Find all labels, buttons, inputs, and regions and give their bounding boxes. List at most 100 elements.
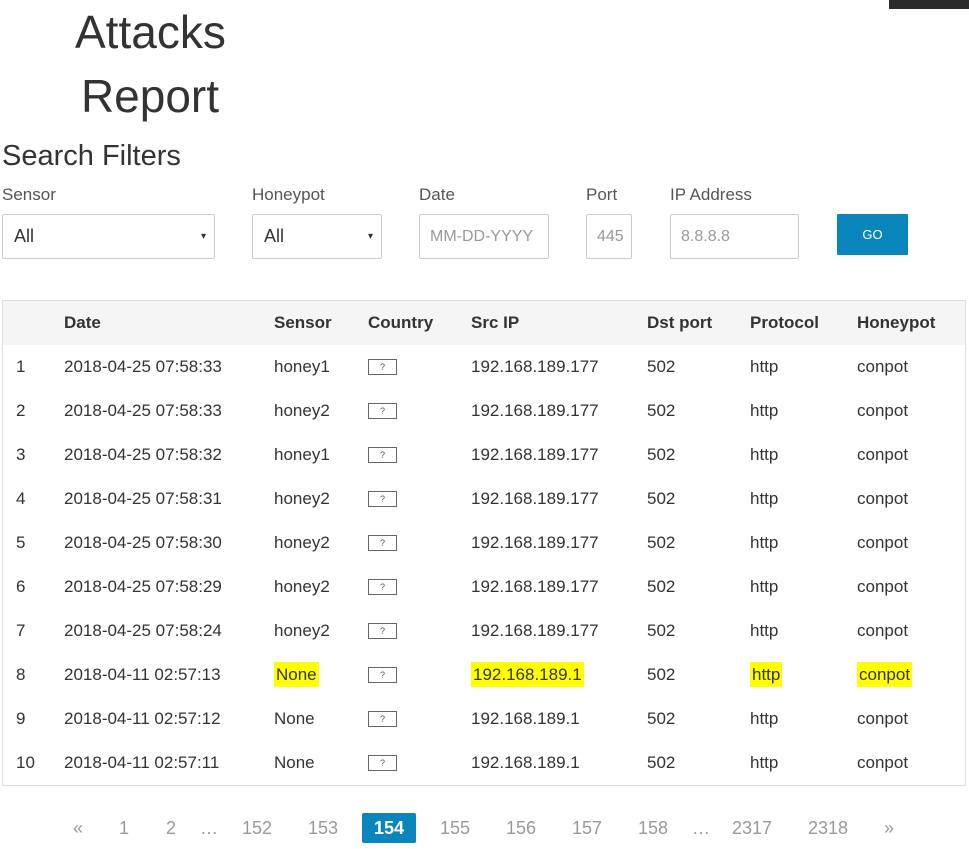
honeypot-select[interactable]: All ▾ — [252, 214, 382, 259]
row-index-text: 8 — [16, 665, 26, 684]
page-link[interactable]: 157 — [567, 813, 607, 843]
row-protocol-text: http — [750, 577, 779, 596]
row-src-ip-text: 192.168.189.177 — [471, 533, 599, 552]
row-dst-port: 502 — [647, 477, 675, 521]
prev-page-link[interactable]: « — [68, 813, 88, 843]
row-sensor-text: honey2 — [274, 577, 330, 596]
row-protocol: http — [750, 609, 778, 653]
row-src-ip-text: 192.168.189.177 — [471, 357, 599, 376]
row-dst-port-text: 502 — [647, 753, 676, 772]
page-link-active[interactable]: 154 — [362, 813, 416, 843]
page-link[interactable]: 2317 — [730, 813, 774, 843]
attacks-table: Date Sensor Country Src IP Dst port Prot… — [2, 300, 966, 786]
header-honeypot: Honeypot — [857, 313, 936, 332]
header-date: Date — [64, 313, 101, 332]
page-link[interactable]: 158 — [633, 813, 673, 843]
row-src-ip-text: 192.168.189.177 — [471, 445, 599, 464]
row-sensor: None — [274, 741, 315, 785]
row-date-text: 2018-04-11 02:57:13 — [64, 665, 221, 684]
row-index: 10 — [16, 741, 35, 785]
row-src-ip: 192.168.189.177 — [471, 521, 599, 565]
row-date: 2018-04-11 02:57:12 — [64, 697, 221, 741]
row-honeypot: conpot — [857, 565, 908, 609]
table-row: 2 2018-04-25 07:58:33 honey2 192.168.189.17… — [3, 389, 965, 433]
page-link[interactable]: 152 — [237, 813, 277, 843]
row-date-text: 2018-04-25 07:58:24 — [64, 621, 222, 640]
row-dst-port-text: 502 — [647, 709, 676, 728]
ip-address-input[interactable]: 8.8.8.8 — [670, 214, 799, 259]
date-input[interactable]: MM-DD-YYYY — [419, 214, 549, 259]
row-index: 7 — [16, 609, 25, 653]
row-dst-port-text: 502 — [647, 533, 676, 552]
row-date: 2018-04-25 07:58:32 — [64, 433, 222, 477]
row-date-text: 2018-04-25 07:58:29 — [64, 577, 222, 596]
table-row: 1 2018-04-25 07:58:33 honey1 192.168.189.17… — [3, 345, 965, 389]
country-flag-icon: ? — [368, 755, 397, 771]
row-protocol-text: http — [750, 709, 779, 728]
row-dst-port: 502 — [647, 389, 675, 433]
top-right-corner-block — [889, 0, 969, 9]
page-title-line-1: Attacks — [75, 6, 226, 58]
row-honeypot: conpot — [857, 433, 908, 477]
table-row: 3 2018-04-25 07:58:32 honey1 192.168.189.17… — [3, 433, 965, 477]
row-sensor-text: honey2 — [274, 489, 330, 508]
row-protocol-text: http — [750, 357, 779, 376]
next-page-link[interactable]: » — [879, 813, 899, 843]
row-date-text: 2018-04-11 02:57:12 — [64, 709, 221, 728]
row-honeypot-text: conpot — [857, 753, 909, 772]
page-link[interactable]: 156 — [501, 813, 541, 843]
page-link[interactable]: 155 — [435, 813, 475, 843]
go-button[interactable]: GO — [837, 214, 908, 255]
page-link[interactable]: 153 — [303, 813, 343, 843]
row-honeypot-text: conpot — [857, 489, 909, 508]
row-protocol: http — [750, 521, 778, 565]
row-honeypot-text: conpot — [857, 401, 909, 420]
row-honeypot-text: conpot — [857, 709, 909, 728]
row-protocol-text: http — [750, 533, 779, 552]
page-link[interactable]: 1 — [114, 813, 134, 843]
sensor-select[interactable]: All ▾ — [2, 214, 215, 259]
table-header-row: Date Sensor Country Src IP Dst port Prot… — [3, 301, 965, 345]
port-label: Port — [586, 185, 618, 204]
row-src-ip-text: 192.168.189.177 — [471, 577, 599, 596]
honeypot-label: Honeypot — [252, 185, 325, 204]
row-honeypot: conpot — [857, 345, 908, 389]
port-input[interactable]: 445 — [586, 214, 632, 259]
row-index: 4 — [16, 477, 25, 521]
header-protocol: Protocol — [750, 313, 819, 332]
page-ellipsis: … — [200, 818, 218, 838]
row-sensor: honey1 — [274, 345, 330, 389]
row-index-text: 5 — [16, 533, 26, 552]
sensor-select-value: All — [14, 226, 35, 246]
page-title: Attacks Report — [75, 0, 226, 128]
row-sensor-text: None — [274, 753, 315, 772]
row-sensor: None — [274, 697, 315, 741]
row-protocol-text: http — [750, 489, 779, 508]
row-date: 2018-04-25 07:58:33 — [64, 389, 222, 433]
row-dst-port: 502 — [647, 697, 675, 741]
row-protocol-text: http — [750, 401, 779, 420]
row-index-text: 2 — [16, 401, 26, 420]
row-sensor: honey2 — [274, 389, 330, 433]
row-src-ip-text: 192.168.189.1 — [471, 709, 580, 728]
row-date-text: 2018-04-11 02:57:11 — [64, 753, 220, 772]
row-dst-port-text: 502 — [647, 401, 676, 420]
page-link[interactable]: 2318 — [806, 813, 850, 843]
row-index-text: 6 — [16, 577, 26, 596]
row-date: 2018-04-11 02:57:11 — [64, 741, 219, 785]
row-protocol: http — [750, 565, 778, 609]
row-index-text: 7 — [16, 621, 26, 640]
country-flag-icon: ? — [368, 359, 397, 375]
country-flag-icon: ? — [368, 403, 397, 419]
row-protocol: http — [750, 477, 778, 521]
row-src-ip: 192.168.189.1 — [471, 697, 580, 741]
country-flag-icon: ? — [368, 447, 397, 463]
page-link[interactable]: 2 — [161, 813, 181, 843]
row-protocol: http — [750, 345, 778, 389]
row-dst-port: 502 — [647, 521, 675, 565]
country-flag-icon: ? — [368, 667, 397, 683]
row-sensor: honey1 — [274, 433, 330, 477]
table-row: 9 2018-04-11 02:57:12 None 192.168.189.1 502… — [3, 697, 965, 741]
row-date-text: 2018-04-25 07:58:33 — [64, 357, 222, 376]
row-sensor: honey2 — [274, 609, 330, 653]
